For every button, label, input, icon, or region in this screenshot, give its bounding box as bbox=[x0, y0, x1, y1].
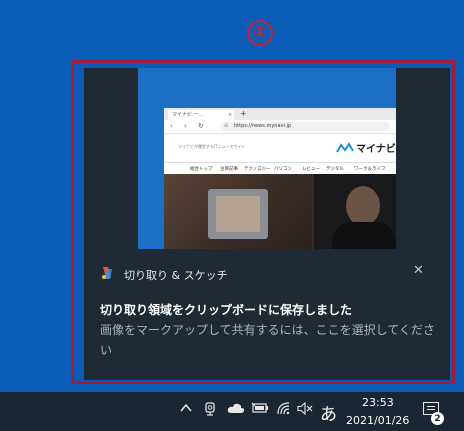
preview-person-image bbox=[346, 186, 380, 226]
preview-nav-item: テクノロジー bbox=[244, 167, 271, 172]
snip-sketch-app-icon bbox=[102, 267, 112, 279]
ime-mode-indicator[interactable]: あ bbox=[320, 400, 337, 425]
preview-url-field: ⊙ https://news.mynavi.jp bbox=[220, 122, 390, 131]
show-hidden-icons-chevron[interactable] bbox=[180, 402, 192, 417]
preview-tab-bar: マイナビ ー… × + bbox=[164, 108, 396, 120]
preview-lock-icon: ⊙ bbox=[224, 123, 229, 129]
clock-date[interactable]: 2021/01/26 bbox=[346, 414, 409, 427]
preview-url-text: https://news.mynavi.jp bbox=[234, 123, 292, 129]
preview-nav-item: 注目記事 bbox=[220, 167, 238, 172]
toast-body: 画像をマークアップして共有するには、ここを選択してください bbox=[100, 323, 435, 357]
camera-icon[interactable] bbox=[204, 401, 216, 421]
toast-close-icon[interactable]: ✕ bbox=[413, 263, 424, 278]
preview-logo-icon bbox=[336, 142, 354, 153]
notification-count-badge: 2 bbox=[431, 412, 444, 425]
preview-nav-item: レビュー bbox=[302, 167, 320, 172]
toast-title: 切り取り領域をクリップボードに保存しました bbox=[100, 303, 353, 317]
preview-nav-item: デジタル bbox=[326, 167, 344, 172]
clock-time[interactable]: 23:53 bbox=[362, 396, 394, 409]
preview-nav-item: パソコン bbox=[274, 167, 292, 172]
preview-hero-image bbox=[164, 174, 396, 249]
preview-address-bar: ‹ › ↻ ⊙ https://news.mynavi.jp bbox=[164, 120, 396, 134]
battery-icon[interactable] bbox=[251, 402, 269, 418]
preview-tab-label: マイナビ ー… bbox=[172, 112, 204, 118]
preview-browser-window: マイナビ ー… × + ‹ › ↻ ⊙ https://news.mynavi.… bbox=[164, 108, 396, 249]
onedrive-cloud-icon[interactable] bbox=[227, 403, 245, 418]
speaker-muted-icon[interactable] bbox=[297, 401, 313, 419]
preview-tagline: マイナビが運営するITニュースサイト bbox=[178, 144, 246, 149]
preview-back-icon: ‹ bbox=[170, 122, 173, 130]
preview-refresh-icon: ↻ bbox=[198, 122, 204, 130]
preview-tab-close-icon: × bbox=[228, 112, 233, 118]
annotation-marker: ① bbox=[247, 20, 273, 46]
preview-forward-icon: › bbox=[184, 122, 187, 130]
notification-toast[interactable]: マイナビ ー… × + ‹ › ↻ ⊙ https://news.mynavi.… bbox=[84, 68, 450, 380]
snip-preview-thumbnail[interactable]: マイナビ ー… × + ‹ › ↻ ⊙ https://news.mynavi.… bbox=[138, 68, 396, 249]
preview-logo-text: マイナビ bbox=[356, 144, 396, 155]
wifi-icon[interactable] bbox=[277, 402, 291, 419]
preview-site-header: マイナビが運営するITニュースサイト マイナビ bbox=[164, 134, 396, 163]
preview-new-tab-icon: + bbox=[240, 109, 247, 118]
preview-nav-item: 総合トップ bbox=[190, 167, 213, 172]
toast-app-name: 切り取り & スケッチ bbox=[124, 269, 228, 282]
preview-tab: マイナビ ー… × bbox=[168, 110, 234, 120]
preview-nav-item: ワーク＆ライフ bbox=[354, 167, 386, 172]
